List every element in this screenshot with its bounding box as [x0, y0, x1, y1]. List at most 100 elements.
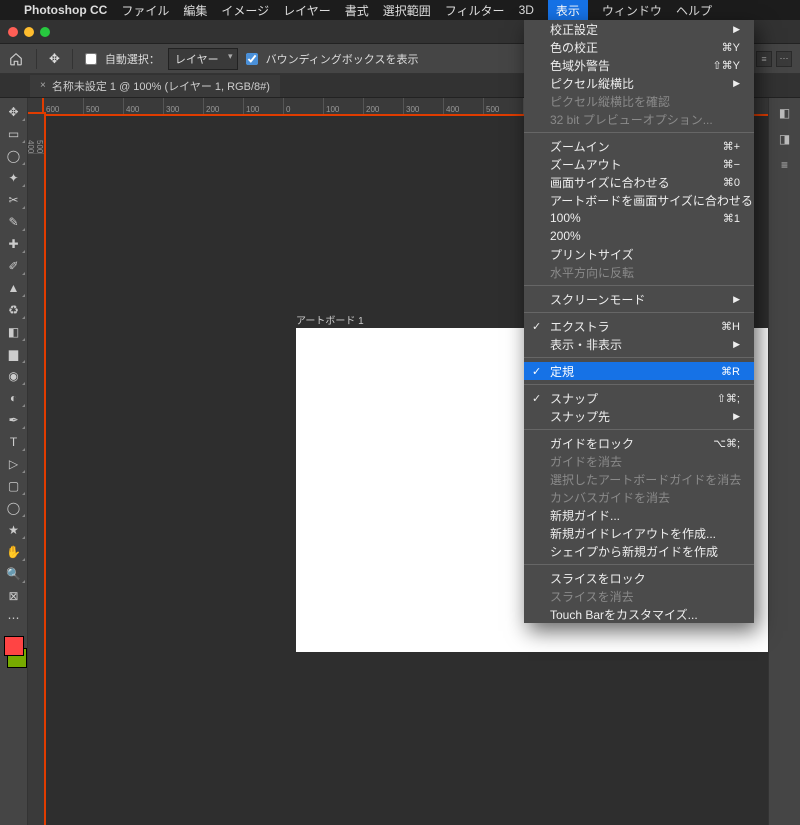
menu-item[interactable]: 校正設定▶ — [524, 20, 754, 38]
menu-item: ピクセル縦横比を確認 — [524, 92, 754, 110]
home-icon[interactable] — [8, 51, 24, 67]
ruler-tick: 500 — [35, 114, 44, 154]
tool-type[interactable]: T — [2, 432, 26, 452]
separator — [72, 49, 73, 69]
shortcut: ⌘Y — [722, 41, 740, 54]
menu-photoshop[interactable]: Photoshop CC — [24, 3, 107, 17]
menu-item[interactable]: 新規ガイドレイアウトを作成... — [524, 524, 754, 542]
menu-file[interactable]: ファイル — [121, 2, 169, 19]
panel-dock: ◧ ◨ ≡ — [768, 98, 800, 825]
tool-move[interactable]: ✥ — [2, 102, 26, 122]
menu-item[interactable]: ズームアウト⌘− — [524, 155, 754, 173]
menu-item[interactable]: 100%⌘1 — [524, 209, 754, 227]
menu-item[interactable]: ズームイン⌘+ — [524, 137, 754, 155]
tool-heal[interactable]: ✚ — [2, 234, 26, 254]
menu-item[interactable]: 色域外警告⇧⌘Y — [524, 56, 754, 74]
tool-more[interactable]: ⋯ — [2, 608, 26, 628]
menu-item[interactable]: ✓定規⌘R — [524, 362, 754, 380]
menu-item-label: 画面サイズに合わせる — [550, 174, 670, 191]
tool-wand[interactable]: ✦ — [2, 168, 26, 188]
menu-item[interactable]: シェイプから新規ガイドを作成 — [524, 542, 754, 560]
tool-edit[interactable]: ⊠ — [2, 586, 26, 606]
submenu-arrow-icon: ▶ — [733, 78, 740, 89]
menu-item-label: シェイプから新規ガイドを作成 — [550, 543, 718, 560]
menu-item-label: ガイドを消去 — [550, 453, 622, 470]
menu-item-label: ズームアウト — [550, 156, 622, 173]
menu-select[interactable]: 選択範囲 — [383, 2, 431, 19]
menu-3d[interactable]: 3D — [519, 3, 534, 17]
menu-item-label: スライスをロック — [550, 570, 646, 587]
menu-item-label: ピクセル縦横比 — [550, 75, 634, 92]
menu-window[interactable]: ウィンドウ — [602, 2, 662, 19]
ruler-tick: 400 — [444, 98, 484, 114]
tool-zoom[interactable]: 🔍 — [2, 564, 26, 584]
menu-item-label: Touch Barをカスタマイズ... — [550, 606, 698, 623]
auto-select-dropdown[interactable]: レイヤー — [168, 48, 238, 70]
tool-path[interactable]: ▷ — [2, 454, 26, 474]
menu-item[interactable]: ピクセル縦横比 ▶ — [524, 74, 754, 92]
menu-item[interactable]: スクリーンモード▶ — [524, 290, 754, 308]
menu-item[interactable]: 色の校正⌘Y — [524, 38, 754, 56]
menu-item[interactable]: スライスをロック — [524, 569, 754, 587]
ruler-tick: 100 — [244, 98, 284, 114]
tool-crop[interactable]: ✂ — [2, 190, 26, 210]
tool-ellipse[interactable]: ◯ — [2, 498, 26, 518]
ruler-tick: 100 — [324, 98, 364, 114]
menu-item[interactable]: 画面サイズに合わせる⌘0 — [524, 173, 754, 191]
menu-item[interactable]: ガイドをロック⌥⌘; — [524, 434, 754, 452]
tool-eraser[interactable]: ◧ — [2, 322, 26, 342]
tool-dodge[interactable]: ◐ — [2, 388, 26, 408]
menu-item[interactable]: プリントサイズ — [524, 245, 754, 263]
menu-type[interactable]: 書式 — [345, 2, 369, 19]
ruler-vertical[interactable]: 5004003002001000100200300400500600700800… — [28, 114, 44, 825]
auto-select-label: 自動選択： — [105, 51, 160, 67]
panel-icon[interactable]: ≡ — [781, 158, 788, 172]
menu-view[interactable]: 表示 — [548, 0, 588, 21]
zoom-window-icon[interactable] — [40, 27, 50, 37]
tool-stamp[interactable]: ▲ — [2, 278, 26, 298]
menu-item[interactable]: スナップ先▶ — [524, 407, 754, 425]
tool-rect[interactable]: ▢ — [2, 476, 26, 496]
menu-layer[interactable]: レイヤー — [283, 2, 331, 19]
document-tab[interactable]: × 名称未設定 1 @ 100% (レイヤー 1, RGB/8#) — [30, 75, 280, 97]
tool-hand[interactable]: ✋ — [2, 542, 26, 562]
menu-item[interactable]: アートボードを画面サイズに合わせる — [524, 191, 754, 209]
tool-custom[interactable]: ★ — [2, 520, 26, 540]
foreground-swatch[interactable] — [4, 636, 24, 656]
menu-item[interactable]: 表示・非表示▶ — [524, 335, 754, 353]
bbox-checkbox[interactable] — [246, 53, 258, 65]
menu-item[interactable]: 新規ガイド... — [524, 506, 754, 524]
menu-filter[interactable]: フィルター — [445, 2, 505, 19]
tool-blur[interactable]: ◉ — [2, 366, 26, 386]
menu-edit[interactable]: 編集 — [183, 2, 207, 19]
tool-gradient[interactable]: ▆ — [2, 344, 26, 364]
panel-icon[interactable]: ◧ — [779, 106, 790, 120]
close-tab-icon[interactable]: × — [40, 80, 46, 91]
close-window-icon[interactable] — [8, 27, 18, 37]
menu-item-label: スライスを消去 — [550, 588, 634, 605]
panel-icon[interactable]: ◨ — [779, 132, 790, 146]
tool-brush[interactable]: ✐ — [2, 256, 26, 276]
menu-item[interactable]: ✓エクストラ⌘H — [524, 317, 754, 335]
menu-item[interactable]: ✓スナップ⇧⌘; — [524, 389, 754, 407]
auto-select-checkbox[interactable] — [85, 53, 97, 65]
tool-lasso[interactable]: ◯ — [2, 146, 26, 166]
shortcut: ⌥⌘; — [713, 437, 740, 450]
menu-item[interactable]: Touch Barをカスタマイズ... — [524, 605, 754, 623]
artboard-label[interactable]: アートボード 1 — [296, 312, 364, 327]
tool-history[interactable]: ♻ — [2, 300, 26, 320]
ruler-tick: 600 — [44, 98, 84, 114]
menu-item-label: 200% — [550, 229, 581, 243]
tool-marquee[interactable]: ▭ — [2, 124, 26, 144]
menu-item: 32 bit プレビューオプション... — [524, 110, 754, 128]
minimize-window-icon[interactable] — [24, 27, 34, 37]
move-tool-icon[interactable]: ✥ — [49, 51, 60, 67]
menu-item-label: スナップ — [550, 390, 598, 407]
menu-item[interactable]: 200% — [524, 227, 754, 245]
align-icon[interactable]: ⋯ — [776, 51, 792, 67]
align-icon[interactable]: ≡ — [756, 51, 772, 67]
menu-help[interactable]: ヘルプ — [676, 2, 712, 19]
tool-pen[interactable]: ✒ — [2, 410, 26, 430]
menu-image[interactable]: イメージ — [221, 2, 269, 19]
tool-eyedropper[interactable]: ✎ — [2, 212, 26, 232]
